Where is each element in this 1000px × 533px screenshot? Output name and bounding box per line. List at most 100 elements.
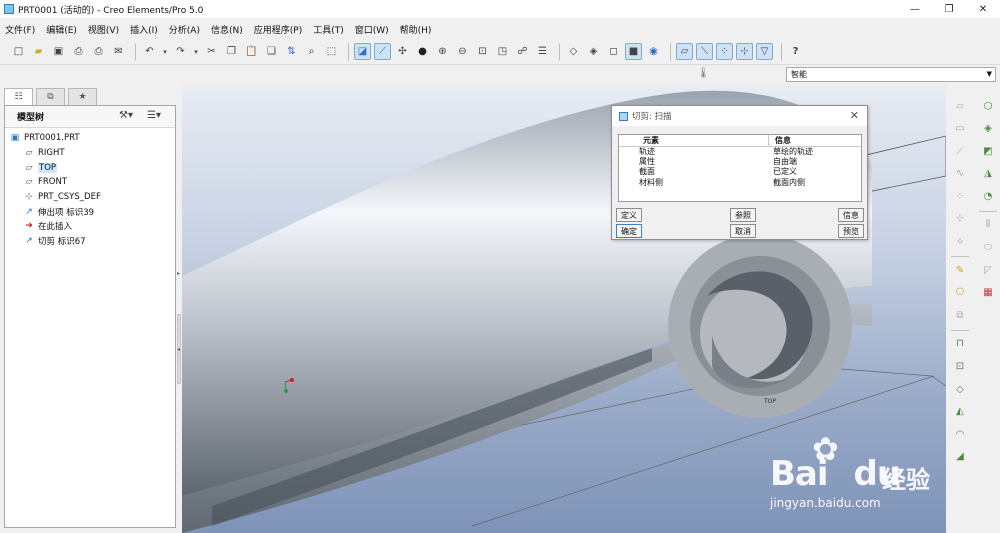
enhanced-realism-icon[interactable]: ◉ [645, 43, 662, 60]
save-icon[interactable]: ▣ [50, 43, 67, 60]
tree-item-cut[interactable]: ↗ 切剪 标识67 [5, 234, 175, 249]
zoom-in-icon[interactable]: ⊕ [434, 43, 451, 60]
tree-item-right[interactable]: ▱ RIGHT [5, 146, 175, 161]
dialog-close-icon[interactable]: ✕ [850, 109, 859, 122]
table-tool-icon[interactable]: ▦ [980, 285, 996, 301]
chamfer-tool-icon[interactable]: ◢ [952, 449, 968, 465]
tree-item-insert-here[interactable]: ➜ 在此插入 [5, 219, 175, 234]
reference-button[interactable]: 参照 [730, 208, 756, 222]
menu-analysis[interactable]: 分析(A) [169, 23, 200, 36]
expand-arrow-icon[interactable]: ◂ [177, 346, 180, 353]
appearance-icon[interactable]: ● [414, 43, 431, 60]
tree-settings-icon[interactable]: ⚒▾ [119, 110, 133, 121]
dialog-title-bar[interactable]: 切剪: 扫描 ✕ [612, 106, 867, 126]
trim-tool-icon[interactable]: ◸ [980, 262, 996, 278]
spin-center-icon[interactable]: ⟋ [374, 43, 391, 60]
close-button[interactable]: ✕ [966, 0, 1000, 18]
tree-item-protrusion[interactable]: ↗ 伸出项 标识39 [5, 204, 175, 219]
print-preview-icon[interactable]: ⎙ [90, 43, 107, 60]
preview-button[interactable]: 预览 [838, 224, 864, 238]
zoom-out-icon[interactable]: ⊖ [454, 43, 471, 60]
redo-dropdown-icon[interactable]: ▾ [192, 43, 200, 60]
copy-feature-icon[interactable]: ⧉ [952, 307, 968, 323]
define-button[interactable]: 定义 [616, 208, 642, 222]
model-tree-tab[interactable]: ☷ [4, 88, 33, 105]
minimize-button[interactable]: — [898, 0, 932, 18]
datum-plane-tool-icon[interactable]: ▭ [952, 121, 968, 137]
tree-item-front[interactable]: ▱ FRONT [5, 175, 175, 190]
table-row[interactable]: 材料侧 截面内侧 [619, 178, 861, 188]
cut-icon[interactable]: ✂ [203, 43, 220, 60]
tree-item-part[interactable]: ▣ PRT0001.PRT [5, 131, 175, 146]
paste-icon[interactable]: 📋 [243, 43, 260, 60]
select-box-icon[interactable]: ⬚ [323, 43, 340, 60]
open-icon[interactable]: ▰ [30, 43, 47, 60]
menu-edit[interactable]: 编辑(E) [46, 23, 77, 36]
menu-window[interactable]: 窗口(W) [355, 23, 389, 36]
csys-tool-icon[interactable]: ⊹ [952, 211, 968, 227]
favorites-tab[interactable]: ★ [68, 88, 97, 105]
menu-info[interactable]: 信息(N) [211, 23, 243, 36]
datum-curve-tool-icon[interactable]: ∿ [952, 166, 968, 182]
annotations-icon[interactable]: ▽ [756, 43, 773, 60]
redo-icon[interactable]: ↷ [172, 43, 189, 60]
sketch-tool-icon[interactable]: ✎ [952, 262, 968, 278]
saved-views-icon[interactable]: ☍ [514, 43, 531, 60]
cancel-button[interactable]: 取消 [730, 224, 756, 238]
menu-insert[interactable]: 插入(I) [130, 23, 158, 36]
sweep-tool-icon[interactable]: ◇ [952, 381, 968, 397]
tree-item-csys[interactable]: ⊹ PRT_CSYS_DEF [5, 190, 175, 205]
menu-view[interactable]: 视图(V) [88, 23, 119, 36]
hidden-line-icon[interactable]: ◈ [585, 43, 602, 60]
mirror-tool-icon[interactable]: ⫴ [980, 217, 996, 233]
menu-file[interactable]: 文件(F) [5, 23, 35, 36]
shading-icon[interactable]: ■ [625, 43, 642, 60]
analysis-tool-icon[interactable]: ⟡ [952, 234, 968, 250]
tree-columns-icon[interactable]: ☰▾ [147, 110, 161, 121]
menu-tools[interactable]: 工具(T) [313, 23, 344, 36]
menu-help[interactable]: 帮助(H) [400, 23, 432, 36]
repaint-icon[interactable]: ◪ [354, 43, 371, 60]
selection-filter-dropdown[interactable]: 智能 ▼ [786, 67, 996, 82]
regenerate-icon[interactable]: ⇅ [283, 43, 300, 60]
round-tool-icon[interactable]: ◠ [952, 426, 968, 442]
rib-tool-icon[interactable]: ◩ [980, 143, 996, 159]
find-icon[interactable]: ⌕ [303, 43, 320, 60]
info-button[interactable]: 信息 [838, 208, 864, 222]
context-help-icon[interactable]: ? [787, 43, 804, 60]
undo-icon[interactable]: ↶ [141, 43, 158, 60]
reorient-icon[interactable]: ◳ [494, 43, 511, 60]
no-hidden-icon[interactable]: ◻ [605, 43, 622, 60]
copy-icon[interactable]: ❐ [223, 43, 240, 60]
layers-icon[interactable]: ☰ [534, 43, 551, 60]
datum-points-icon[interactable]: ⁘ [716, 43, 733, 60]
undo-dropdown-icon[interactable]: ▾ [161, 43, 169, 60]
trajectory-tool-icon[interactable]: ⎔ [952, 285, 968, 301]
datum-point-tool-icon[interactable]: ⁘ [952, 188, 968, 204]
menu-applications[interactable]: 应用程序(P) [254, 23, 302, 36]
draft-tool-icon[interactable]: ◮ [980, 166, 996, 182]
table-row[interactable]: 属性 自由端 [619, 157, 861, 167]
datum-axis-tool-icon[interactable]: ⟋ [952, 143, 968, 159]
blend-tool-icon[interactable]: ◭ [952, 404, 968, 420]
ok-button[interactable]: 确定 [616, 224, 642, 238]
revolve-tool-icon[interactable]: ⊡ [952, 359, 968, 375]
merge-tool-icon[interactable]: ⬭ [980, 240, 996, 256]
print-icon[interactable]: ⎙ [70, 43, 87, 60]
collapse-arrow-icon[interactable]: ▸ [177, 270, 180, 277]
table-row[interactable]: 截面 已定义 [619, 167, 861, 177]
extrude-tool-icon[interactable]: ⊓ [952, 336, 968, 352]
pattern-tool-icon[interactable]: ◔ [980, 188, 996, 204]
datum-planes-icon[interactable]: ▱ [676, 43, 693, 60]
wireframe-icon[interactable]: ◇ [565, 43, 582, 60]
maximize-button[interactable]: ❐ [932, 0, 966, 18]
datum-axes-icon[interactable]: ⟍ [696, 43, 713, 60]
tree-item-top[interactable]: ▱ TOP [5, 160, 175, 175]
shell-tool-icon[interactable]: ◈ [980, 121, 996, 137]
new-icon[interactable]: □ [10, 43, 27, 60]
paste-special-icon[interactable]: ❏ [263, 43, 280, 60]
hole-tool-icon[interactable]: ⬡ [980, 98, 996, 114]
layer-tree-tab[interactable]: ⧉ [36, 88, 65, 105]
orient-mode-icon[interactable]: ✣ [394, 43, 411, 60]
table-row[interactable]: 轨迹 草绘的轨迹 [619, 147, 861, 157]
